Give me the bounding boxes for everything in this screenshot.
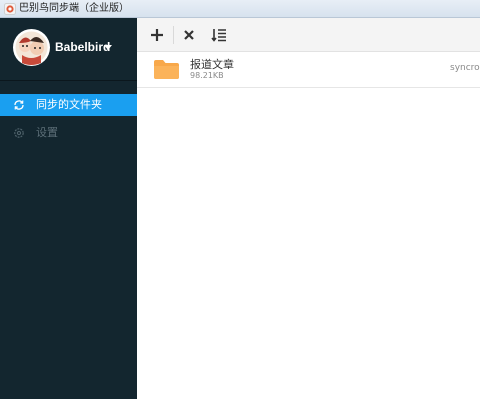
app-icon xyxy=(4,3,16,15)
gear-icon xyxy=(14,128,24,138)
plus-icon[interactable] xyxy=(148,26,166,44)
sidebar-item-synced-folders[interactable]: 同步的文件夹 xyxy=(0,94,137,116)
title-bar: 巴别鸟同步端（企业版） xyxy=(0,0,480,18)
sync-icon xyxy=(14,100,24,110)
sort-icon[interactable] xyxy=(210,26,228,44)
sidebar: Babelbird 同步的文件夹 设置 xyxy=(0,18,137,399)
sidebar-item-label: 同步的文件夹 xyxy=(36,98,102,111)
user-header[interactable]: Babelbird xyxy=(0,18,137,81)
toolbar-divider xyxy=(173,26,174,44)
close-icon[interactable] xyxy=(180,26,198,44)
sidebar-item-settings[interactable]: 设置 xyxy=(0,122,137,144)
avatar[interactable] xyxy=(13,29,50,66)
sidebar-item-label: 设置 xyxy=(36,126,58,139)
list-item[interactable]: 报道文章 98.21KB syncron xyxy=(137,52,480,88)
chevron-down-icon[interactable] xyxy=(104,45,112,50)
sync-status: syncron xyxy=(450,63,480,73)
folder-icon xyxy=(154,60,179,79)
toolbar xyxy=(137,18,480,52)
file-name: 报道文章 xyxy=(190,58,234,71)
window-title: 巴别鸟同步端（企业版） xyxy=(19,3,129,14)
file-size: 98.21KB xyxy=(190,71,224,80)
main-panel: 报道文章 98.21KB syncron xyxy=(137,18,480,399)
username[interactable]: Babelbird xyxy=(55,40,110,54)
